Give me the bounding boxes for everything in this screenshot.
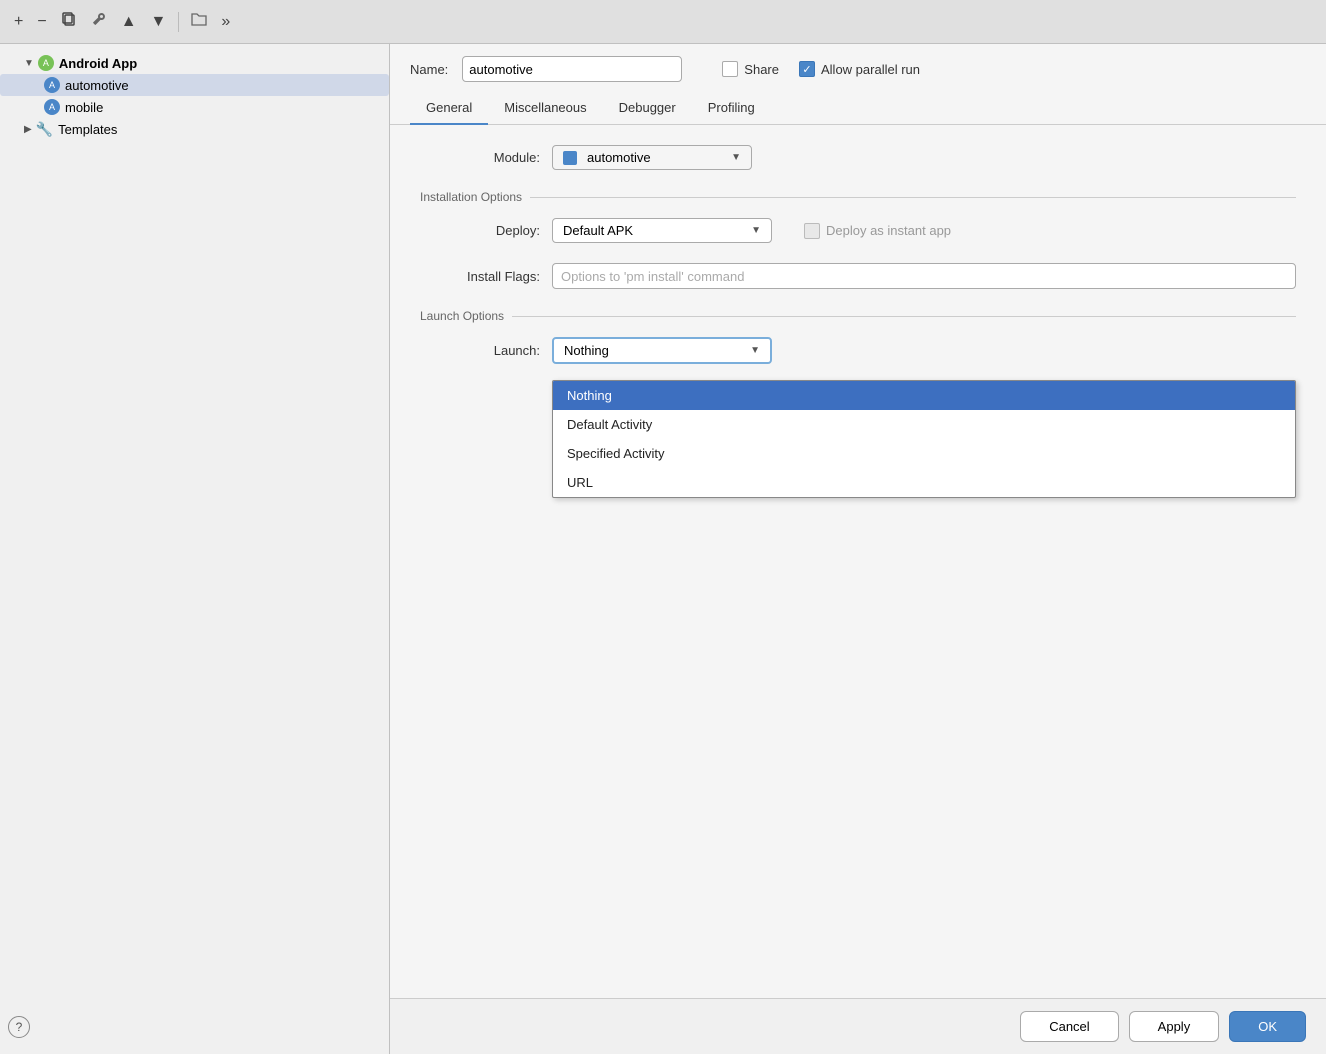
share-label: Share [744, 62, 779, 77]
folder-button[interactable] [187, 10, 211, 33]
toolbar-divider [178, 12, 179, 32]
down-button[interactable]: ▼ [147, 11, 171, 33]
deploy-value: Default APK [563, 223, 633, 238]
module-dropdown-arrow: ▼ [731, 152, 741, 163]
ok-button[interactable]: OK [1229, 1011, 1306, 1042]
instant-app-label: Deploy as instant app [826, 223, 951, 238]
sidebar-spacer [0, 141, 389, 1008]
name-row: Name: Share ✓ Allow parallel run [390, 44, 1326, 92]
sidebar-templates-label: Templates [58, 122, 117, 137]
parallel-label: Allow parallel run [821, 62, 920, 77]
tab-profiling[interactable]: Profiling [692, 92, 771, 125]
add-button[interactable]: + [10, 11, 27, 33]
deploy-dropdown-arrow: ▼ [751, 225, 761, 236]
module-row: Module: automotive ▼ [420, 145, 1296, 170]
name-label: Name: [410, 62, 448, 77]
deploy-label: Deploy: [420, 223, 540, 238]
cancel-button[interactable]: Cancel [1020, 1011, 1118, 1042]
sidebar-footer: ? [0, 1008, 389, 1046]
sidebar-item-mobile[interactable]: A mobile [0, 96, 389, 118]
launch-option-url[interactable]: URL [553, 468, 1295, 497]
sidebar-mobile-label: mobile [65, 100, 103, 115]
launch-dropdown-arrow: ▼ [750, 345, 760, 356]
parallel-checkbox[interactable]: ✓ [799, 61, 815, 77]
templates-wrench-icon: 🔧 [36, 121, 53, 138]
launch-option-default-activity[interactable]: Default Activity [553, 410, 1295, 439]
launch-option-specified-activity[interactable]: Specified Activity [553, 439, 1295, 468]
main-content: ▼ A Android App A automotive A mobile ▶ … [0, 44, 1326, 1054]
install-flags-input[interactable] [552, 263, 1296, 289]
tab-debugger[interactable]: Debugger [603, 92, 692, 125]
installation-options-label: Installation Options [420, 190, 1296, 204]
launch-label: Launch: [420, 343, 540, 358]
remove-button[interactable]: − [33, 11, 50, 33]
install-flags-row: Install Flags: [420, 263, 1296, 289]
sidebar-android-app-label: Android App [59, 56, 137, 71]
share-checkbox[interactable] [722, 61, 738, 77]
deploy-row: Deploy: Default APK ▼ Deploy as instant … [420, 218, 1296, 243]
deploy-dropdown[interactable]: Default APK ▼ [552, 218, 772, 243]
name-input[interactable] [462, 56, 682, 82]
module-dropdown[interactable]: automotive ▼ [552, 145, 752, 170]
launch-value: Nothing [564, 343, 609, 358]
share-area: Share [722, 61, 779, 77]
install-flags-label: Install Flags: [420, 269, 540, 284]
sidebar: ▼ A Android App A automotive A mobile ▶ … [0, 44, 390, 1054]
launch-row: Launch: Nothing ▼ [420, 337, 1296, 364]
module-label: Module: [420, 150, 540, 165]
tabs: General Miscellaneous Debugger Profiling [390, 92, 1326, 125]
wrench-button[interactable] [87, 9, 111, 34]
up-button[interactable]: ▲ [117, 11, 141, 33]
instant-app-area: Deploy as instant app [804, 223, 951, 239]
toolbar: + − ▲ ▼ » [0, 0, 1326, 44]
sidebar-item-templates[interactable]: ▶ 🔧 Templates [0, 118, 389, 141]
expand-arrow-templates: ▶ [24, 124, 32, 135]
mobile-icon: A [44, 99, 60, 115]
parallel-area: ✓ Allow parallel run [799, 61, 920, 77]
launch-options-label: Launch Options [420, 309, 1296, 323]
apply-button[interactable]: Apply [1129, 1011, 1220, 1042]
android-app-icon: A [38, 55, 54, 71]
tab-miscellaneous[interactable]: Miscellaneous [488, 92, 602, 125]
tab-general[interactable]: General [410, 92, 488, 125]
right-panel: Name: Share ✓ Allow parallel run General… [390, 44, 1326, 1054]
module-value: automotive [587, 150, 651, 165]
copy-button[interactable] [57, 9, 81, 34]
bottom-bar: Cancel Apply OK [390, 998, 1326, 1054]
instant-app-checkbox[interactable] [804, 223, 820, 239]
launch-dropdown-popup: Nothing Default Activity Specified Activ… [552, 380, 1296, 498]
sidebar-automotive-label: automotive [65, 78, 129, 93]
automotive-icon: A [44, 77, 60, 93]
expand-arrow-android-app: ▼ [24, 58, 34, 69]
sidebar-item-android-app[interactable]: ▼ A Android App [0, 52, 389, 74]
module-icon [563, 151, 577, 165]
sidebar-item-automotive[interactable]: A automotive [0, 74, 389, 96]
launch-option-nothing[interactable]: Nothing [553, 381, 1295, 410]
help-button[interactable]: ? [8, 1016, 30, 1038]
launch-dropdown[interactable]: Nothing ▼ [552, 337, 772, 364]
content-area: Module: automotive ▼ Installation Option… [390, 125, 1326, 998]
more-button[interactable]: » [217, 11, 234, 33]
